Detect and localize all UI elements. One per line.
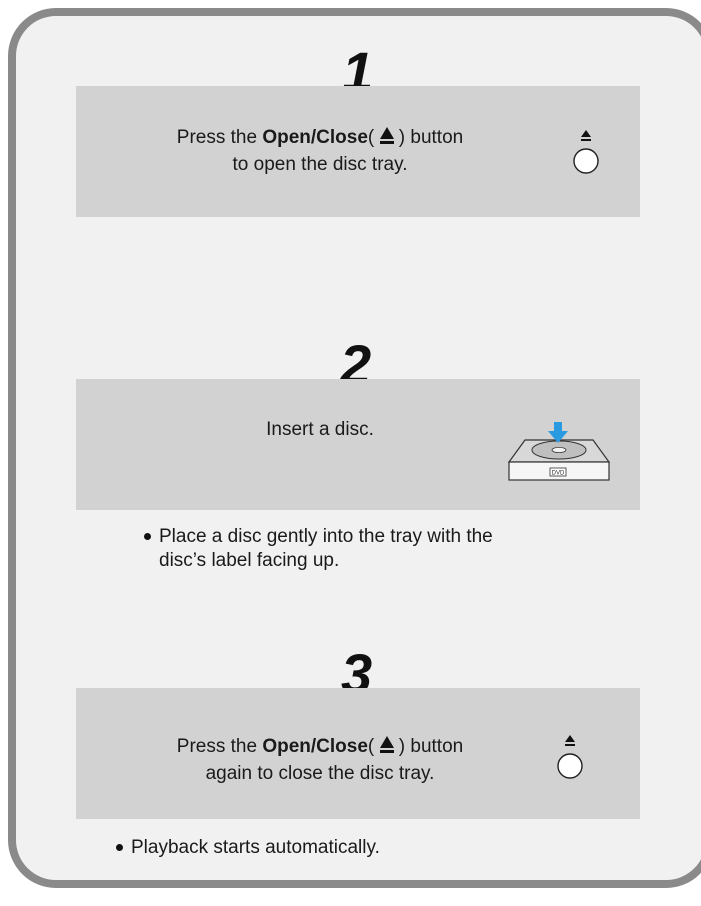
step-3-line-2: again to close the disc tray.	[205, 763, 435, 784]
bullet-dot-icon	[144, 533, 151, 540]
disc-tray-insert-icon: DVD	[507, 422, 611, 481]
eject-symbol-icon	[379, 127, 394, 145]
eject-symbol-icon	[379, 736, 394, 754]
step-2-instruction: Insert a disc.	[266, 419, 374, 440]
eject-button-icon	[557, 735, 583, 779]
step-3-note-text: Playback starts automatically.	[131, 837, 380, 858]
step-1-line-2: to open the disc tray.	[232, 154, 408, 175]
open-close-label: Open/Close	[262, 736, 368, 757]
step-1-instruction: Press the Open/Close( ) button to open t…	[100, 124, 540, 178]
bullet-dot-icon	[116, 844, 123, 851]
open-close-label: Open/Close	[262, 127, 368, 148]
step-3-line-1: Press the Open/Close( ) button	[176, 736, 464, 757]
eject-button-icon	[573, 130, 599, 174]
step-1-line-1: Press the Open/Close( ) button	[176, 127, 464, 148]
step-3-instruction: Press the Open/Close( ) button again to …	[100, 733, 540, 787]
step-2-note-line-2: disc’s label facing up.	[159, 550, 340, 571]
step-3-note: Playback starts automatically.	[116, 836, 596, 860]
step-2-note: Place a disc gently into the tray with t…	[144, 525, 624, 573]
tray-dvd-logo: DVD	[552, 471, 565, 477]
step-2-note-line-1: Place a disc gently into the tray with t…	[159, 526, 493, 547]
